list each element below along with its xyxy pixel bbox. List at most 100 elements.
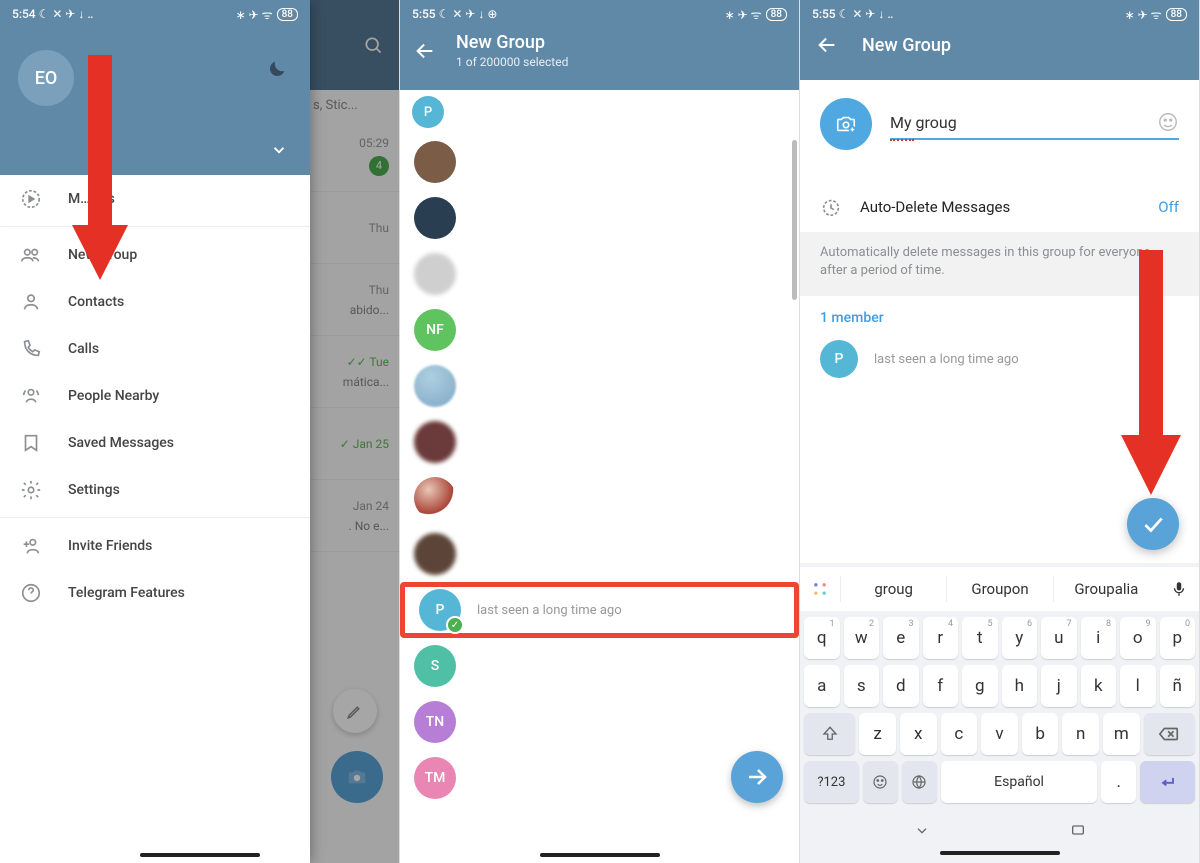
key[interactable]: v (981, 713, 1018, 755)
key[interactable]: e3 (883, 617, 919, 659)
drawer-item-my-stories[interactable]: M……és (0, 175, 310, 222)
key[interactable]: z (859, 713, 896, 755)
key[interactable]: y6 (1002, 617, 1038, 659)
key[interactable]: x (900, 713, 937, 755)
member-row[interactable]: P last seen a long time ago (820, 334, 1179, 384)
scrollbar[interactable] (792, 140, 797, 300)
selected-members-chipbar: P (400, 90, 799, 134)
drawer-item-people-nearby[interactable]: People Nearby (0, 372, 310, 419)
numeric-key[interactable]: ?123 (804, 761, 859, 803)
key[interactable]: ñ (1160, 665, 1196, 707)
contact-row[interactable] (400, 134, 799, 190)
suggestion[interactable]: groug (840, 576, 946, 602)
keyboard-menu-button[interactable] (800, 569, 840, 609)
contact-row[interactable] (400, 526, 799, 582)
contact-row[interactable] (400, 246, 799, 302)
background-chat-list: s, Stic... 05:29 4 Thu Thu abido... ✓✓ T… (309, 0, 399, 863)
key[interactable]: t5 (962, 617, 998, 659)
gear-icon (20, 479, 42, 501)
profile-avatar[interactable]: EO (18, 50, 74, 106)
status-time: 5:54 (12, 7, 36, 21)
contact-row[interactable]: NF (400, 302, 799, 358)
member-search-input[interactable] (452, 98, 787, 126)
drawer-item-label: Contacts (68, 294, 124, 310)
battery-level: 88 (1166, 8, 1187, 21)
spellcheck-underline (890, 139, 914, 141)
phone-screen-3-group-settings: 5:55 ☾ ✕ ✈ ↓ ‥ ∗ ✈ ᯤ 88 New Group Auto-D… (800, 0, 1200, 863)
suggestion[interactable]: Groupalia (1053, 576, 1159, 602)
contact-row[interactable] (400, 470, 799, 526)
key[interactable]: r4 (923, 617, 959, 659)
emoji-key[interactable] (863, 761, 898, 803)
help-icon (20, 582, 42, 604)
drawer-item-contacts[interactable]: Contacts (0, 278, 310, 325)
member-status: last seen a long time ago (874, 352, 1019, 367)
contact-row[interactable] (400, 358, 799, 414)
status-time: 5:55 (412, 7, 436, 21)
contact-row[interactable]: S (400, 638, 799, 694)
language-key[interactable] (902, 761, 937, 803)
drawer-item-new-group[interactable]: New Group (0, 231, 310, 278)
period-key[interactable]: . (1101, 761, 1136, 803)
next-fab[interactable] (731, 751, 783, 803)
drawer-item-invite-friends[interactable]: Invite Friends (0, 522, 310, 569)
status-time: 5:55 (812, 7, 836, 21)
key[interactable]: g (962, 665, 998, 707)
voice-input-button[interactable] (1159, 569, 1199, 609)
create-group-fab[interactable] (1127, 498, 1179, 550)
group-name-input[interactable] (890, 109, 1179, 140)
back-arrow-icon[interactable] (816, 34, 838, 56)
key[interactable]: c (941, 713, 978, 755)
key[interactable]: o9 (1120, 617, 1156, 659)
auto-delete-row[interactable]: Auto-Delete Messages Off (800, 182, 1199, 232)
enter-key[interactable] (1140, 761, 1195, 803)
drawer-item-label: New Group (68, 247, 137, 263)
drawer-item-settings[interactable]: Settings (0, 466, 310, 513)
contact-row[interactable] (400, 414, 799, 470)
key[interactable]: j (1041, 665, 1077, 707)
nav-bar-indicator (140, 853, 260, 857)
backspace-key[interactable] (1144, 713, 1195, 755)
member-chip[interactable]: P (412, 96, 444, 128)
shift-key[interactable] (804, 713, 855, 755)
space-key[interactable]: Español (941, 761, 1097, 803)
night-mode-toggle[interactable] (266, 58, 288, 80)
key[interactable]: d (883, 665, 919, 707)
drawer-item-calls[interactable]: Calls (0, 325, 310, 372)
contact-row[interactable] (400, 190, 799, 246)
drawer-item-telegram-features[interactable]: Telegram Features (0, 569, 310, 616)
set-group-photo-button[interactable] (820, 98, 872, 150)
key[interactable]: m (1103, 713, 1140, 755)
key[interactable]: p0 (1160, 617, 1196, 659)
auto-delete-label: Auto-Delete Messages (860, 198, 1140, 216)
key[interactable]: n (1062, 713, 1099, 755)
back-arrow-icon[interactable] (414, 40, 436, 62)
navigation-drawer: 5:54 ☾ ✕ ✈ ↓ ‥ ∗ ✈ ᯤ 88 EO M……és New Gro… (0, 0, 310, 863)
key[interactable]: f (923, 665, 959, 707)
arrow-right-icon (745, 765, 769, 789)
soft-keyboard: groug Groupon Groupalia q1w2e3r4t5y6u7i8… (800, 563, 1199, 863)
suggestion[interactable]: Groupon (946, 576, 1052, 602)
screen-title: New Group (456, 32, 568, 53)
contacts-list[interactable]: NF P ✓ last seen a long time ago S TN TM (400, 134, 799, 863)
contact-row-selected[interactable]: P ✓ last seen a long time ago (400, 582, 799, 638)
key[interactable]: w2 (844, 617, 880, 659)
account-dropdown[interactable] (270, 141, 288, 159)
key[interactable]: h (1002, 665, 1038, 707)
key[interactable]: l (1120, 665, 1156, 707)
drawer-item-saved-messages[interactable]: Saved Messages (0, 419, 310, 466)
keyboard-options-icon[interactable] (1070, 822, 1086, 838)
key[interactable]: s (844, 665, 880, 707)
key[interactable]: a (804, 665, 840, 707)
key[interactable]: q1 (804, 617, 840, 659)
key[interactable]: u7 (1041, 617, 1077, 659)
drawer-item-label: M……és (68, 191, 115, 207)
key[interactable]: b (1022, 713, 1059, 755)
checkmark-icon: ✓ (446, 616, 464, 634)
contact-row[interactable]: TN (400, 694, 799, 750)
collapse-keyboard-icon[interactable] (914, 822, 930, 838)
emoji-button[interactable] (1157, 111, 1179, 133)
contact-avatar (414, 533, 456, 575)
key[interactable]: i8 (1081, 617, 1117, 659)
key[interactable]: k (1081, 665, 1117, 707)
